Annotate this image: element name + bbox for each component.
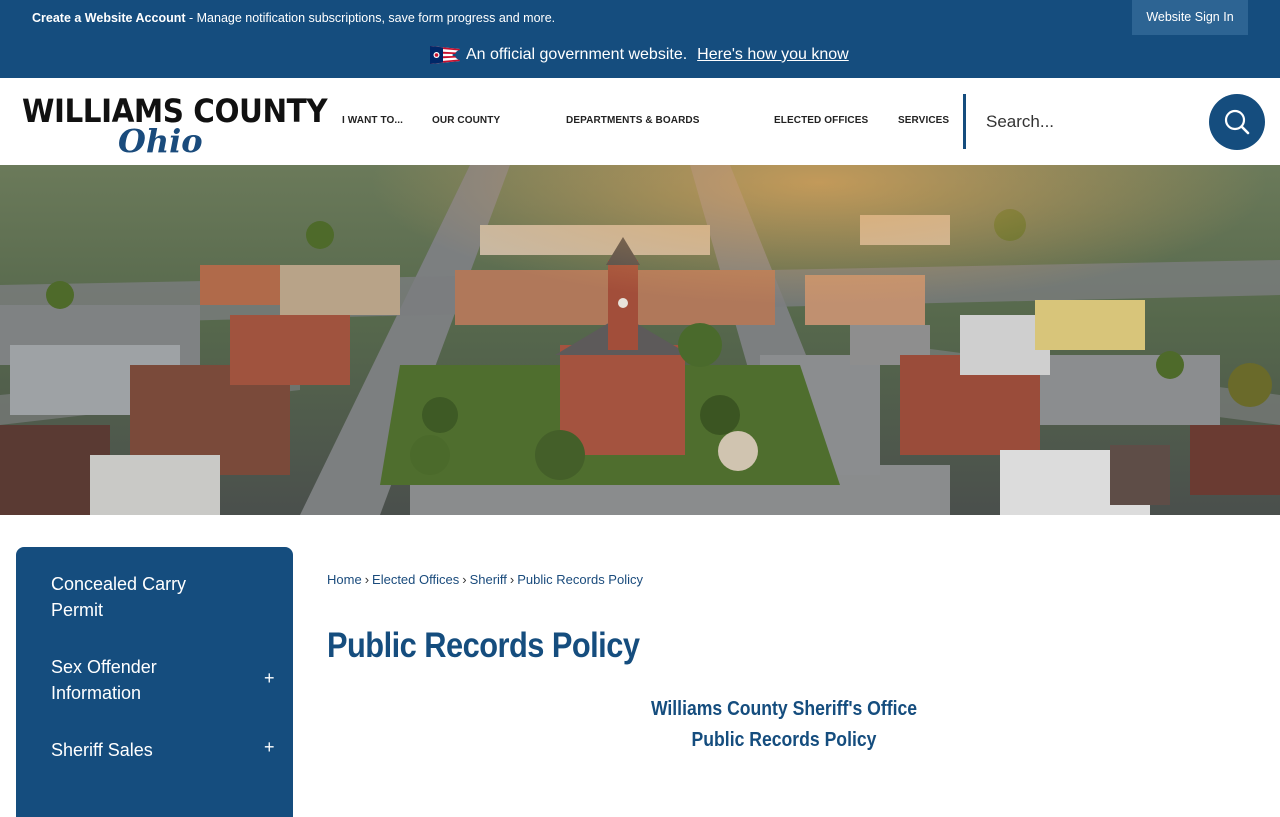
nav-i-want-to[interactable]: I WANT TO... (342, 115, 403, 126)
search-input[interactable] (976, 100, 1196, 144)
breadcrumb-home[interactable]: Home (327, 572, 362, 587)
breadcrumb-separator: › (462, 572, 467, 587)
account-message: Create a Website Account - Manage notifi… (32, 11, 555, 25)
search-icon (1224, 109, 1250, 135)
breadcrumb-sheriff[interactable]: Sheriff (470, 572, 507, 587)
account-description: - Manage notification subscriptions, sav… (185, 11, 556, 25)
site-header: WILLIAMS COUNTY Ohio I WANT TO... OUR CO… (0, 78, 1280, 165)
breadcrumb-separator: › (509, 572, 515, 587)
logo-state-name: Ohio (118, 122, 203, 160)
expand-sex-offender-toggle[interactable]: + (264, 668, 275, 689)
official-gov-text: An official government website. (466, 46, 688, 63)
website-sign-in-button[interactable]: Website Sign In (1132, 0, 1248, 35)
hero-banner (0, 165, 1280, 515)
policy-heading: Public Records Policy (691, 729, 877, 751)
breadcrumb-separator: › (364, 572, 370, 587)
ohio-flag-icon (430, 46, 460, 64)
search-divider (963, 94, 966, 149)
sidebar-item-sex-offender[interactable]: Sex Offender Information (51, 654, 241, 706)
sidebar-item-concealed-carry[interactable]: Concealed Carry Permit (51, 571, 241, 623)
create-account-link[interactable]: Create a Website Account (32, 11, 186, 25)
page-title: Public Records Policy (327, 626, 640, 665)
official-gov-banner: An official government website. Here's h… (0, 35, 1280, 78)
aerial-town-photo (0, 165, 1280, 515)
nav-elected-offices[interactable]: ELECTED OFFICES (774, 115, 868, 126)
breadcrumb-current: Public Records Policy (517, 572, 643, 587)
nav-departments-boards[interactable]: DEPARTMENTS & BOARDS (566, 115, 699, 126)
how-you-know-link[interactable]: Here's how you know (697, 46, 849, 64)
expand-sheriff-sales-toggle[interactable]: + (264, 737, 275, 758)
sidebar-nav: Concealed Carry Permit Sex Offender Info… (16, 547, 293, 817)
site-logo[interactable]: WILLIAMS COUNTY Ohio (22, 92, 328, 160)
breadcrumb-elected-offices[interactable]: Elected Offices (372, 572, 459, 587)
search-button[interactable] (1209, 94, 1265, 150)
office-heading: Williams County Sheriff's Office (650, 698, 918, 720)
account-bar: Create a Website Account - Manage notifi… (0, 0, 1280, 35)
breadcrumb: Home › Elected Offices › Sheriff › Public Reco… (327, 572, 643, 587)
sidebar-item-sheriff-sales[interactable]: Sheriff Sales (51, 737, 241, 763)
nav-services[interactable]: SERVICES (898, 115, 949, 126)
nav-our-county[interactable]: OUR COUNTY (432, 115, 500, 126)
